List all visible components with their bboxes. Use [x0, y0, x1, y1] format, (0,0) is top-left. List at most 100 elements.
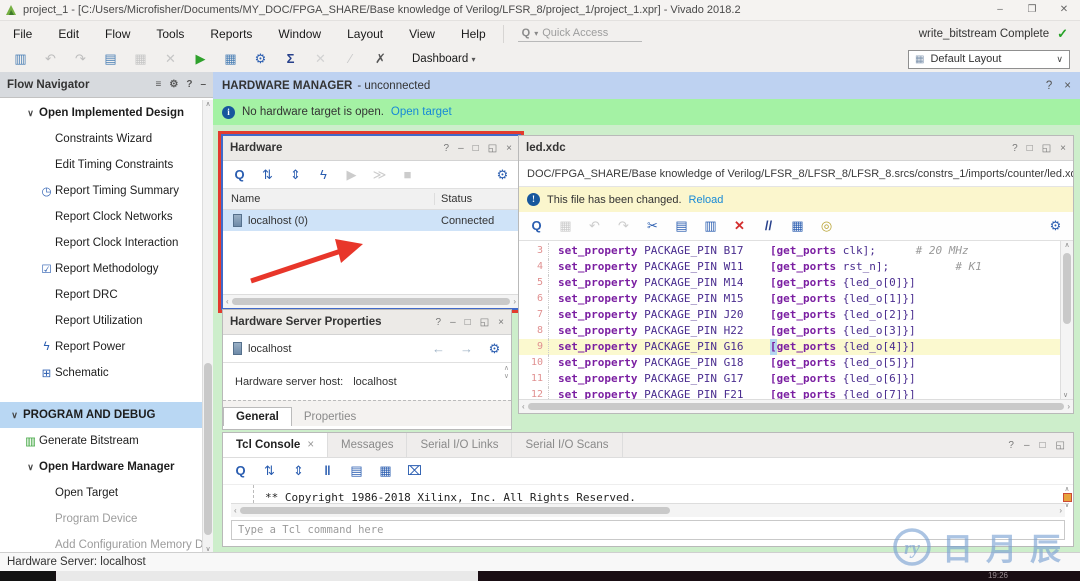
tab-serial-i-o-scans[interactable]: Serial I/O Scans [512, 433, 622, 457]
float-icon[interactable]: ◱ [1042, 143, 1051, 154]
flow-item-report-utilization[interactable]: Report Utilization [0, 308, 203, 334]
clear-icon[interactable]: ⌧ [406, 463, 423, 479]
menu-layout[interactable]: Layout [334, 27, 396, 41]
scroll-up-icon[interactable]: ∧ [1064, 242, 1069, 249]
open-target-link[interactable]: Open target [391, 106, 452, 118]
chevron-down-icon[interactable]: ∨ [22, 462, 39, 473]
code-line-4[interactable]: 4set_property PACKAGE_PIN W11 [get_ports… [519, 259, 1061, 275]
maximize-icon[interactable]: □ [1040, 440, 1046, 451]
scrollbar-horizontal[interactable]: ‹ › [519, 399, 1073, 413]
auto-connect-icon[interactable]: ϟ [315, 167, 332, 183]
float-icon[interactable]: ◱ [488, 143, 497, 154]
help-icon[interactable]: ? [1046, 80, 1052, 92]
code-line-8[interactable]: 8set_property PACKAGE_PIN H22 [get_ports… [519, 323, 1061, 339]
code-line-11[interactable]: 11set_property PACKAGE_PIN G17 [get_port… [519, 371, 1061, 387]
hardware-table-header[interactable]: Name Status [223, 189, 519, 210]
tab-tcl-console[interactable]: Tcl Console× [223, 433, 328, 457]
flow-item-report-drc[interactable]: Report DRC [0, 282, 203, 308]
columns-icon[interactable]: ▦ [377, 463, 394, 479]
settings-icon[interactable]: ⚙ [1047, 218, 1064, 234]
minimize-icon[interactable]: – [1024, 440, 1030, 451]
lightbulb-icon[interactable]: ◎ [818, 218, 835, 234]
scrollbar-thumb[interactable] [232, 298, 511, 305]
flow-item-report-timing-summary[interactable]: ◷Report Timing Summary [0, 178, 203, 204]
copy-icon[interactable]: ▤ [673, 218, 690, 234]
sum-icon[interactable]: Σ [282, 51, 299, 67]
scroll-down-icon[interactable]: ∨ [1063, 391, 1068, 399]
scroll-right-icon[interactable]: › [1067, 402, 1070, 411]
run-trigger-icon[interactable]: ▶ [343, 167, 360, 183]
float-icon[interactable]: ◱ [1056, 440, 1065, 451]
tab-serial-i-o-links[interactable]: Serial I/O Links [407, 433, 512, 457]
menu-file[interactable]: File [0, 27, 45, 41]
code-line-5[interactable]: 5set_property PACKAGE_PIN M14 [get_ports… [519, 275, 1061, 291]
menu-reports[interactable]: Reports [197, 27, 265, 41]
tab-messages[interactable]: Messages [328, 433, 407, 457]
stop-run-icon[interactable]: ✕ [312, 51, 329, 67]
scrollbar-vertical[interactable]: ∧ ∨ [1060, 241, 1073, 399]
collapse-all-icon[interactable]: ⇅ [259, 167, 276, 183]
expand-all-icon[interactable]: ⇕ [287, 167, 304, 183]
reload-link[interactable]: Reload [689, 194, 724, 206]
flow-item-open-implemented-design[interactable]: ∨Open Implemented Design [0, 100, 203, 126]
quick-access-search[interactable]: Q ▾ Quick Access [518, 25, 642, 42]
pause-output-icon[interactable]: ‖ [319, 463, 336, 479]
save-icon[interactable]: ▦ [557, 218, 574, 234]
layout-select[interactable]: ▦ Default Layout ∨ [908, 50, 1070, 69]
maximize-icon[interactable]: □ [465, 317, 471, 328]
code-line-12[interactable]: 12set_property PACKAGE_PIN F21 [get_port… [519, 387, 1061, 399]
close-icon[interactable]: × [1060, 143, 1066, 154]
menu-view[interactable]: View [396, 27, 448, 41]
scrollbar-thumb[interactable] [204, 363, 212, 535]
redo-icon[interactable]: ↷ [615, 218, 632, 234]
cancel-icon[interactable]: ✗ [372, 51, 389, 67]
code-line-6[interactable]: 6set_property PACKAGE_PIN M15 [get_ports… [519, 291, 1061, 307]
settings-icon[interactable]: ⚙ [252, 51, 269, 67]
delete-icon[interactable]: ✕ [731, 218, 748, 234]
maximize-button[interactable]: ❐ [1016, 0, 1048, 20]
hardware-panel-title-bar[interactable]: Hardware ? – □ ◱ × [223, 136, 519, 161]
open-project-icon[interactable]: ▥ [12, 51, 29, 67]
report-icon[interactable]: ▤ [102, 51, 119, 67]
help-icon[interactable]: ? [186, 79, 192, 90]
console-output[interactable]: ** Copyright 1986-2018 Xilinx, Inc. All … [223, 485, 1073, 503]
close-icon[interactable]: × [498, 317, 504, 328]
dashboard-menu[interactable]: Dashboard ▾ [412, 53, 475, 65]
menu-help[interactable]: Help [448, 27, 499, 41]
scroll-left-icon[interactable]: ‹ [522, 402, 525, 411]
collapse-all-icon[interactable]: ⇅ [261, 463, 278, 479]
help-icon[interactable]: ? [436, 317, 442, 328]
help-icon[interactable]: ? [1008, 440, 1014, 451]
help-icon[interactable]: ? [444, 143, 450, 154]
back-icon[interactable]: ← [430, 341, 447, 357]
flow-item-program-and-debug[interactable]: ∨PROGRAM AND DEBUG [0, 402, 203, 428]
menu-tools[interactable]: Tools [143, 27, 197, 41]
settings-icon[interactable]: ⚙ [169, 79, 178, 90]
cut-icon[interactable]: ✂ [644, 218, 661, 234]
copy-icon[interactable]: ▤ [348, 463, 365, 479]
flow-item-constraints-wizard[interactable]: Constraints Wizard [0, 126, 203, 152]
run-icon[interactable]: ▶ [192, 51, 209, 67]
scroll-up-icon[interactable]: ∧ [203, 100, 213, 108]
stop-icon[interactable]: ■ [399, 167, 416, 183]
flow-item-open-hardware-manager[interactable]: ∨Open Hardware Manager [0, 454, 203, 480]
search-icon[interactable]: Q [231, 167, 248, 183]
chevron-down-icon[interactable]: ∨ [22, 108, 39, 119]
minimize-icon[interactable]: – [458, 143, 464, 154]
code-area[interactable]: 3set_property PACKAGE_PIN B17 [get_ports… [519, 241, 1073, 399]
flow-item-edit-timing-constraints[interactable]: Edit Timing Constraints [0, 152, 203, 178]
minimize-icon[interactable]: – [450, 317, 456, 328]
collapse-icon[interactable]: ≡ [156, 79, 162, 90]
undo-icon[interactable]: ↶ [42, 51, 59, 67]
tab-properties[interactable]: Properties [292, 408, 368, 426]
tab-general[interactable]: General [223, 407, 292, 426]
code-line-9[interactable]: 9set_property PACKAGE_PIN G16 [get_ports… [519, 339, 1061, 355]
flow-item-schematic[interactable]: ⊞Schematic [0, 360, 203, 386]
code-line-10[interactable]: 10set_property PACKAGE_PIN G18 [get_port… [519, 355, 1061, 371]
flow-item-add-configuration-memory-de[interactable]: Add Configuration Memory De [0, 532, 203, 553]
settings-icon[interactable]: ⚙ [486, 341, 503, 357]
close-icon[interactable]: × [307, 439, 314, 451]
search-icon[interactable]: Q [232, 463, 249, 479]
flow-status[interactable]: write_bitstream Complete ✓ [919, 26, 1068, 42]
float-icon[interactable]: ◱ [480, 317, 489, 328]
